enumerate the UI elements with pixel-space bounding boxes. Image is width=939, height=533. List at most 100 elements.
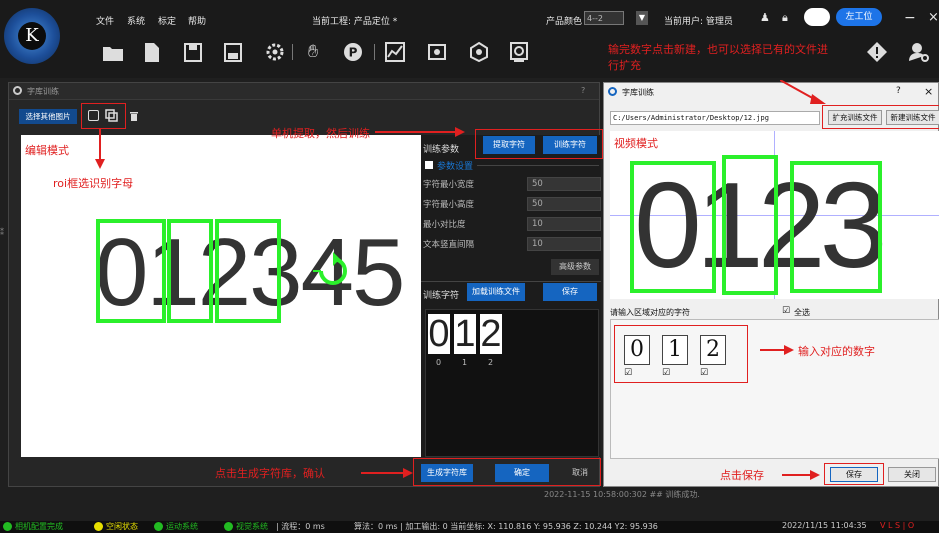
roi-box-1[interactable] [722, 155, 778, 295]
radio-icon [13, 86, 22, 95]
station-toggle[interactable] [804, 8, 830, 26]
color-select[interactable]: 4--2 [584, 11, 624, 25]
hand-icon[interactable]: ✋︎ [300, 40, 326, 64]
settings-icon[interactable] [262, 40, 288, 64]
p-icon[interactable]: P [340, 40, 366, 64]
close-button[interactable]: 关闭 [888, 467, 936, 482]
save-train-button[interactable]: 保存 [543, 283, 597, 301]
input-label: 请输入区域对应的字符 [610, 308, 690, 317]
load-file-button[interactable]: 加载训练文件 [467, 283, 525, 301]
station-button[interactable]: 左工位 [836, 8, 882, 26]
train-button[interactable]: 训练字符 [543, 136, 597, 154]
menu-system[interactable]: 系统 [127, 14, 145, 27]
status-motion: 运动系统 [166, 522, 198, 531]
trash-icon[interactable] [129, 110, 139, 122]
annotation-save: 点击保存 [720, 469, 764, 482]
char-train-dialog-2: 字库训练 ? × C:/Users/Administrator/Desktop/… [603, 82, 939, 487]
close-icon[interactable]: × [928, 10, 939, 25]
char-checkbox-0[interactable]: ☑ [624, 368, 632, 378]
roi-box-0[interactable] [630, 161, 716, 293]
arrow-right-icon [760, 345, 794, 355]
rotate-handle-icon[interactable] [313, 251, 353, 291]
menu-file[interactable]: 文件 [96, 14, 114, 27]
status-dot-vision [224, 522, 233, 531]
char-input-1[interactable]: 1 [662, 335, 688, 365]
param-checkbox[interactable] [425, 161, 433, 169]
project-title: 当前工程: 产品定位 * [312, 17, 398, 27]
roi-box-2[interactable] [790, 161, 882, 293]
minimize-icon[interactable]: − [904, 10, 916, 26]
dialog-title: 字库训练 [27, 87, 59, 96]
char-input-0[interactable]: 0 [624, 335, 650, 365]
current-user: 当前用户: 管理员 [664, 17, 733, 27]
select-image-button[interactable]: 选择其他图片 [19, 109, 77, 124]
new-file-button[interactable]: 新建训练文件 [886, 110, 939, 125]
user-settings-icon[interactable] [906, 40, 932, 64]
warning-icon[interactable] [864, 40, 890, 64]
radio-icon [608, 87, 617, 96]
extract-button[interactable]: 提取字符 [483, 136, 535, 154]
advanced-params-button[interactable]: 高级参数 [551, 259, 599, 275]
confirm-button[interactable]: 确定 [495, 464, 549, 482]
train-thumbnails: 0 1 2 0 1 2 [425, 309, 599, 457]
select-all-label: 全选 [794, 308, 810, 317]
train-chars-label: 训练字符 [423, 291, 460, 301]
thumb-label-2: 2 [488, 358, 494, 367]
menu-help[interactable]: 帮助 [188, 14, 206, 27]
camera-icon[interactable] [424, 40, 450, 64]
train-params-label: 训练参数 [423, 145, 460, 155]
param-min-contrast-input[interactable]: 10 [527, 217, 601, 231]
save-icon[interactable] [180, 40, 206, 64]
save-as-icon[interactable] [220, 40, 246, 64]
param-vspacing-input[interactable]: 10 [527, 237, 601, 251]
roi-box-2[interactable] [215, 219, 281, 323]
status-vision: 视觉系统 [236, 522, 268, 531]
status-flow: | 流程：0 ms [276, 522, 325, 531]
param-setting-label: 参数设置 [437, 162, 474, 172]
menu-calibrate[interactable]: 标定 [158, 14, 176, 27]
param-min-width-input[interactable]: 50 [527, 177, 601, 191]
annotation-new-file: 输完数字点击新建，也可以选择已有的文件进行扩充 [608, 43, 828, 72]
arrow-down-icon [95, 129, 105, 169]
save-button[interactable]: 保存 [830, 467, 878, 482]
expand-file-button[interactable]: 扩充训练文件 [828, 110, 882, 125]
image-canvas[interactable]: 编辑模式 roi框选识别字母 012345 [21, 135, 421, 457]
rotated-roi-icon[interactable] [105, 109, 119, 123]
chart-icon[interactable] [382, 40, 408, 64]
side-handle[interactable]: ⁑ [0, 228, 8, 240]
train-panel: 训练参数 提取字符 训练字符 参数设置 字符最小宽度 50 字符最小高度 50 … [421, 129, 603, 457]
cancel-button[interactable]: 取消 [563, 464, 597, 482]
status-dot-idle [94, 522, 103, 531]
annotation-input-digit: 输入对应的数字 [798, 345, 875, 358]
param-min-width-label: 字符最小宽度 [423, 180, 475, 190]
3d-icon[interactable] [466, 40, 492, 64]
roi-box-0[interactable] [96, 219, 166, 323]
roi-box-1[interactable] [167, 219, 213, 323]
thumb-0[interactable]: 0 [428, 314, 450, 354]
chevron-down-icon[interactable]: ▼ [636, 11, 648, 25]
help-button[interactable]: ? [896, 86, 901, 96]
toolbar-divider [292, 44, 293, 60]
arrow-right-icon [361, 468, 413, 478]
file-path-input[interactable]: C:/Users/Administrator/Desktop/12.jpg [610, 111, 820, 125]
select-all-checkbox[interactable]: ☑ [782, 306, 790, 316]
close-icon[interactable]: × [924, 85, 933, 98]
char-input-2[interactable]: 2 [700, 335, 726, 365]
status-datetime: 2022/11/15 11:04:35 [782, 521, 867, 530]
video-canvas[interactable]: 视频模式 0123 [610, 131, 939, 299]
new-file-icon[interactable] [138, 40, 164, 64]
help-button[interactable]: ? [581, 86, 585, 95]
folder-open-icon[interactable] [100, 40, 126, 64]
thumb-label-1: 1 [462, 358, 468, 367]
thumb-1[interactable]: 1 [454, 314, 476, 354]
lock-icon[interactable]: 🔒︎ [782, 11, 788, 25]
user-icon[interactable]: ♟ [760, 11, 770, 24]
char-checkbox-2[interactable]: ☑ [700, 368, 708, 378]
param-min-height-input[interactable]: 50 [527, 197, 601, 211]
char-checkbox-1[interactable]: ☑ [662, 368, 670, 378]
generate-lib-button[interactable]: 生成字符库 [421, 464, 473, 482]
thumb-2[interactable]: 2 [480, 314, 502, 354]
annotation-generate: 点击生成字符库，确认 [215, 467, 325, 480]
rect-roi-icon[interactable] [88, 110, 99, 121]
target-icon[interactable] [506, 40, 532, 64]
